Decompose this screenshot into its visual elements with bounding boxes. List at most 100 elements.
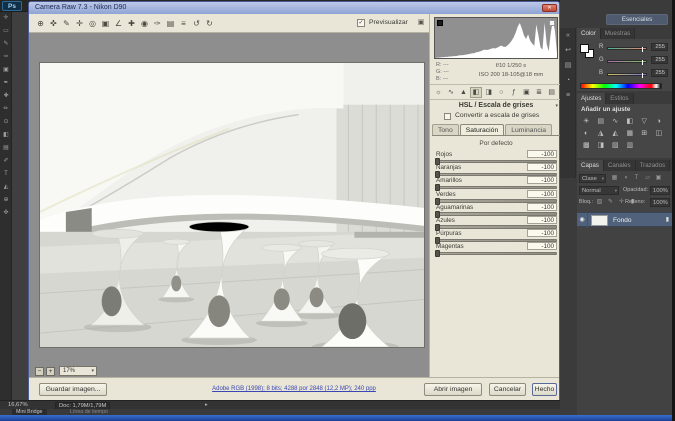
tab-muestras[interactable]: Muestras [601, 28, 635, 39]
blend-mode-select[interactable]: Normal ▾ [579, 186, 619, 195]
clone-stamp-tool-icon[interactable]: ⊙ [0, 116, 12, 129]
dialog-titlebar[interactable]: Camera Raw 7.3 - Nikon D90 [29, 2, 559, 14]
rotate-left-tool-icon[interactable]: ↺ [190, 17, 203, 30]
slider-value-field[interactable]: -100 [527, 163, 557, 171]
workspace-switcher[interactable]: Esenciales [606, 14, 668, 25]
shape-tool-icon[interactable]: ◭ [0, 181, 12, 194]
slider-handle[interactable] [435, 250, 440, 257]
preview-checkbox[interactable]: ✓ [357, 19, 365, 27]
layer-row-background[interactable]: ◉ Fondo ▮ [577, 212, 672, 227]
marquee-tool-icon[interactable]: ▭ [0, 25, 12, 38]
filter-pixel-layers-icon[interactable]: ▦ [609, 174, 620, 183]
hand-tool-icon[interactable]: ✜ [0, 207, 12, 220]
presets-tab-icon[interactable]: ≣ [533, 87, 546, 98]
white-balance-tool-icon[interactable]: ✎ [60, 17, 73, 30]
crop-tool-icon[interactable]: ▣ [0, 64, 12, 77]
eyedropper-tool-icon[interactable]: ✒ [0, 77, 12, 90]
rotate-right-tool-icon[interactable]: ↻ [203, 17, 216, 30]
opacity-field[interactable]: 100% [650, 186, 670, 195]
hsl-grayscale-tab-icon[interactable]: ◧ [470, 87, 483, 98]
hand-tool-icon[interactable]: ✜ [47, 17, 60, 30]
open-image-button[interactable]: Abrir imagen [424, 383, 482, 396]
crop-tool-icon[interactable]: ▣ [99, 17, 112, 30]
slider-value-field[interactable]: -100 [527, 150, 557, 158]
tab-saturación[interactable]: Saturación [460, 124, 505, 135]
photo-filter-icon[interactable]: ◭ [608, 128, 623, 140]
color-spectrum-ramp[interactable] [580, 83, 662, 89]
layer-filter-select[interactable]: Clase ▾ [579, 174, 606, 183]
tab-capas[interactable]: Capas [577, 160, 604, 171]
zoom-tool-icon[interactable]: ⊕ [0, 194, 12, 207]
split-toning-tab-icon[interactable]: ◨ [482, 87, 495, 98]
tab-canales[interactable]: Canales [604, 160, 636, 171]
color-sampler-tool-icon[interactable]: ✛ [73, 17, 86, 30]
foreground-color-swatch[interactable] [580, 44, 589, 53]
cancel-button[interactable]: Cancelar [489, 383, 526, 396]
filter-type-layers-icon[interactable]: T [631, 174, 642, 183]
move-tool-icon[interactable]: ✛ [0, 12, 12, 25]
slider-value-field[interactable]: -100 [527, 176, 557, 184]
channel-value-field[interactable]: 255 [651, 69, 668, 77]
magic-wand-tool-icon[interactable]: ✑ [0, 51, 12, 64]
tab-estilos[interactable]: Estilos [606, 93, 633, 104]
preferences-tool-icon[interactable]: ≡ [177, 17, 190, 30]
zoom-in-button[interactable]: + [46, 367, 55, 376]
threshold-icon[interactable]: ◨ [594, 140, 609, 152]
lens-corrections-tab-icon[interactable]: ○ [495, 87, 508, 98]
camera-calibration-tab-icon[interactable]: ▣ [520, 87, 533, 98]
channel-slider[interactable] [607, 60, 647, 63]
detail-tab-icon[interactable]: ▲ [457, 87, 470, 98]
effects-tab-icon[interactable]: ƒ [508, 87, 521, 98]
close-button[interactable]: ✕ [542, 4, 557, 12]
zoom-tool-icon[interactable]: ⊕ [34, 17, 47, 30]
posterize-icon[interactable]: ▩ [579, 140, 594, 152]
straighten-tool-icon[interactable]: ∠ [112, 17, 125, 30]
zoom-percentage[interactable]: 16,67% [8, 402, 28, 408]
gradient-tool-icon[interactable]: ▤ [0, 142, 12, 155]
workflow-options-link[interactable]: Adobe RGB (1998); 8 bits; 4288 por 2848 … [212, 386, 376, 392]
default-link[interactable]: Por defecto [430, 140, 562, 147]
channel-slider[interactable] [607, 47, 647, 50]
save-image-button[interactable]: Guardar imagen... [39, 383, 107, 396]
type-tool-icon[interactable]: T [0, 168, 12, 181]
fill-field[interactable]: 100% [650, 198, 670, 207]
channel-value-field[interactable]: 255 [651, 43, 668, 51]
windows-taskbar[interactable] [0, 415, 675, 421]
slider-track[interactable] [435, 252, 557, 256]
channel-slider[interactable] [607, 73, 647, 76]
curves-icon[interactable]: ∿ [608, 116, 623, 128]
red-eye-tool-icon[interactable]: ◉ [138, 17, 151, 30]
tab-luminancia[interactable]: Luminancia [505, 124, 552, 135]
color-balance-icon[interactable]: ◐ [579, 128, 594, 140]
status-menu-arrow-icon[interactable]: ▸ [205, 402, 208, 408]
highlight-clipping-indicator[interactable] [549, 20, 555, 26]
slider-value-field[interactable]: -100 [527, 229, 557, 237]
graduated-filter-tool-icon[interactable]: ▤ [164, 17, 177, 30]
lock-transparency-icon[interactable]: ▨ [594, 198, 605, 207]
panel-menu-icon[interactable]: ▾ [555, 100, 558, 112]
zoom-out-button[interactable]: − [35, 367, 44, 376]
tone-curve-tab-icon[interactable]: ∿ [445, 87, 458, 98]
shadow-clipping-indicator[interactable] [437, 20, 443, 26]
preview-image[interactable] [39, 62, 425, 348]
tab-tono[interactable]: Tono [432, 124, 459, 135]
collapse-dock-icon[interactable]: « [560, 28, 576, 43]
slider-value-field[interactable]: -100 [527, 242, 557, 250]
filter-smart-objects-icon[interactable]: ▣ [653, 174, 664, 183]
channel-value-field[interactable]: 255 [651, 56, 668, 64]
done-button[interactable]: Hecho [532, 383, 557, 396]
tab-color[interactable]: Color [577, 28, 601, 39]
pen-tool-icon[interactable]: ✐ [0, 155, 12, 168]
channel-slider-handle[interactable] [642, 60, 644, 65]
properties-panel-icon[interactable]: ▤ [560, 58, 576, 73]
hue-saturation-icon[interactable]: ◑ [652, 116, 667, 128]
slider-value-field[interactable]: -100 [527, 216, 557, 224]
fullscreen-toggle-icon[interactable]: ▣ [416, 18, 426, 28]
zoom-level-select[interactable]: 17% ▾ [59, 366, 97, 376]
actions-panel-icon[interactable]: ≡ [560, 88, 576, 103]
history-panel-icon[interactable]: ↩ [560, 43, 576, 58]
eraser-tool-icon[interactable]: ◧ [0, 129, 12, 142]
levels-icon[interactable]: ▤ [594, 116, 609, 128]
targeted-adjustment-tool-icon[interactable]: ◎ [86, 17, 99, 30]
tab-ajustes[interactable]: Ajustes [577, 93, 606, 104]
